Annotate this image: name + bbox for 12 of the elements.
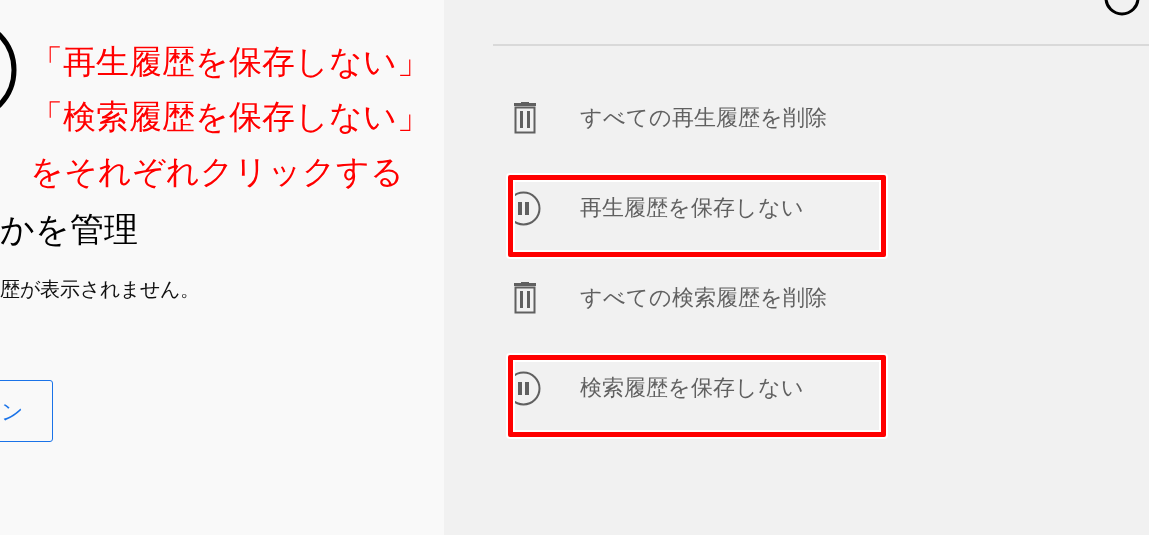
description-text: 歴が表示されません。 bbox=[0, 277, 200, 302]
action-label[interactable]: すべての再生履歴を削除 bbox=[580, 103, 827, 133]
annotation-text: 「検索履歴を保存しない」 bbox=[30, 97, 430, 137]
annotation-text: をそれぞれクリックする bbox=[30, 152, 404, 192]
action-label[interactable]: 再生履歴を保存しない bbox=[580, 193, 804, 223]
page-heading: かを管理 bbox=[0, 209, 138, 250]
action-label[interactable]: すべての検索履歴を削除 bbox=[580, 283, 827, 313]
annotation-text: 「再生履歴を保存しない」 bbox=[30, 42, 430, 82]
trash-icon bbox=[513, 102, 537, 134]
trash-icon bbox=[513, 282, 537, 314]
sign-in-button[interactable]: ン bbox=[0, 380, 53, 442]
action-label[interactable]: 検索履歴を保存しない bbox=[580, 373, 804, 403]
